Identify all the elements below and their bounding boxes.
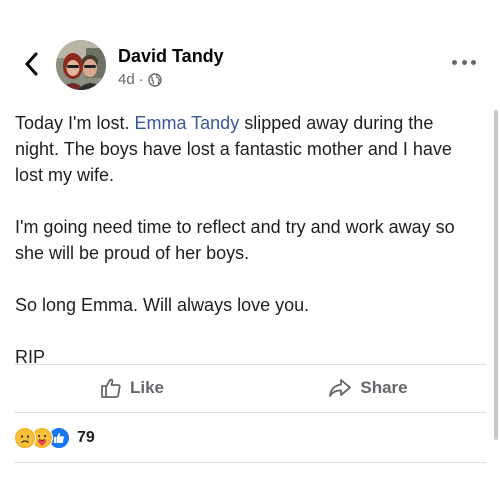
- post-text: Today I'm lost.: [15, 113, 135, 133]
- reaction-count[interactable]: 79: [77, 429, 95, 447]
- scrollbar[interactable]: [494, 110, 498, 440]
- more-options-button[interactable]: [452, 52, 476, 72]
- like-label: Like: [129, 378, 165, 397]
- post-screen: David Tandy 4d · Today I'm lost. Emma Ta…: [0, 0, 500, 494]
- meta-separator: ·: [138, 71, 144, 88]
- chevron-left-icon: [25, 52, 38, 76]
- more-dot-icon: [452, 59, 457, 65]
- share-arrow-icon: [329, 379, 352, 397]
- author-name[interactable]: David Tandy: [118, 46, 224, 67]
- post-paragraph: Today I'm lost. Emma Tandy slipped away …: [15, 110, 475, 188]
- reactions-summary[interactable]: 79: [14, 426, 95, 450]
- mention-link[interactable]: Emma Tandy: [134, 113, 239, 133]
- avatar[interactable]: [56, 40, 106, 90]
- globe-icon: [147, 72, 162, 87]
- like-button[interactable]: Like: [14, 366, 250, 410]
- thumbs-up-icon: [101, 378, 121, 398]
- post-paragraph: So long Emma. Will always love you.: [15, 295, 310, 315]
- divider: [14, 412, 486, 413]
- more-dot-icon: [471, 59, 476, 65]
- divider: [14, 462, 486, 463]
- more-dot-icon: [461, 59, 467, 65]
- post-time[interactable]: 4d: [118, 71, 135, 88]
- post-meta: 4d ·: [118, 71, 162, 88]
- share-button[interactable]: Share: [250, 366, 486, 410]
- back-button[interactable]: [20, 50, 42, 78]
- post-body: Today I'm lost. Emma Tandy slipped away …: [15, 110, 475, 396]
- post-actions: Like Share: [14, 366, 486, 410]
- post-paragraph: I'm going need time to reflect and try a…: [15, 217, 455, 263]
- post-header: David Tandy 4d ·: [0, 34, 500, 94]
- divider: [14, 364, 486, 365]
- share-label: Share: [360, 378, 408, 397]
- sad-icon: [14, 427, 36, 449]
